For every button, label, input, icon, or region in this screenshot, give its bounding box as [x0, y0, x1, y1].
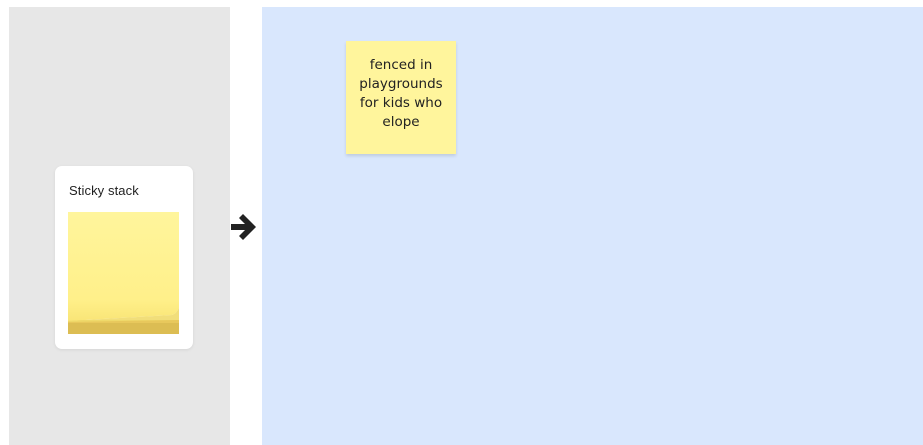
sticky-note[interactable]: fenced in playgrounds for kids who elope [346, 41, 456, 154]
canvas: Sticky stack fenced in playgrounds for k… [0, 0, 923, 445]
sticky-stack-pad[interactable] [68, 212, 180, 337]
sticky-stack-title: Sticky stack [69, 183, 139, 198]
sticky-note-text: fenced in playgrounds for kids who elope [359, 57, 443, 130]
arrow-right-icon [228, 211, 262, 243]
sticky-stack-card[interactable]: Sticky stack [55, 166, 193, 349]
stack-pad-top [68, 212, 179, 321]
